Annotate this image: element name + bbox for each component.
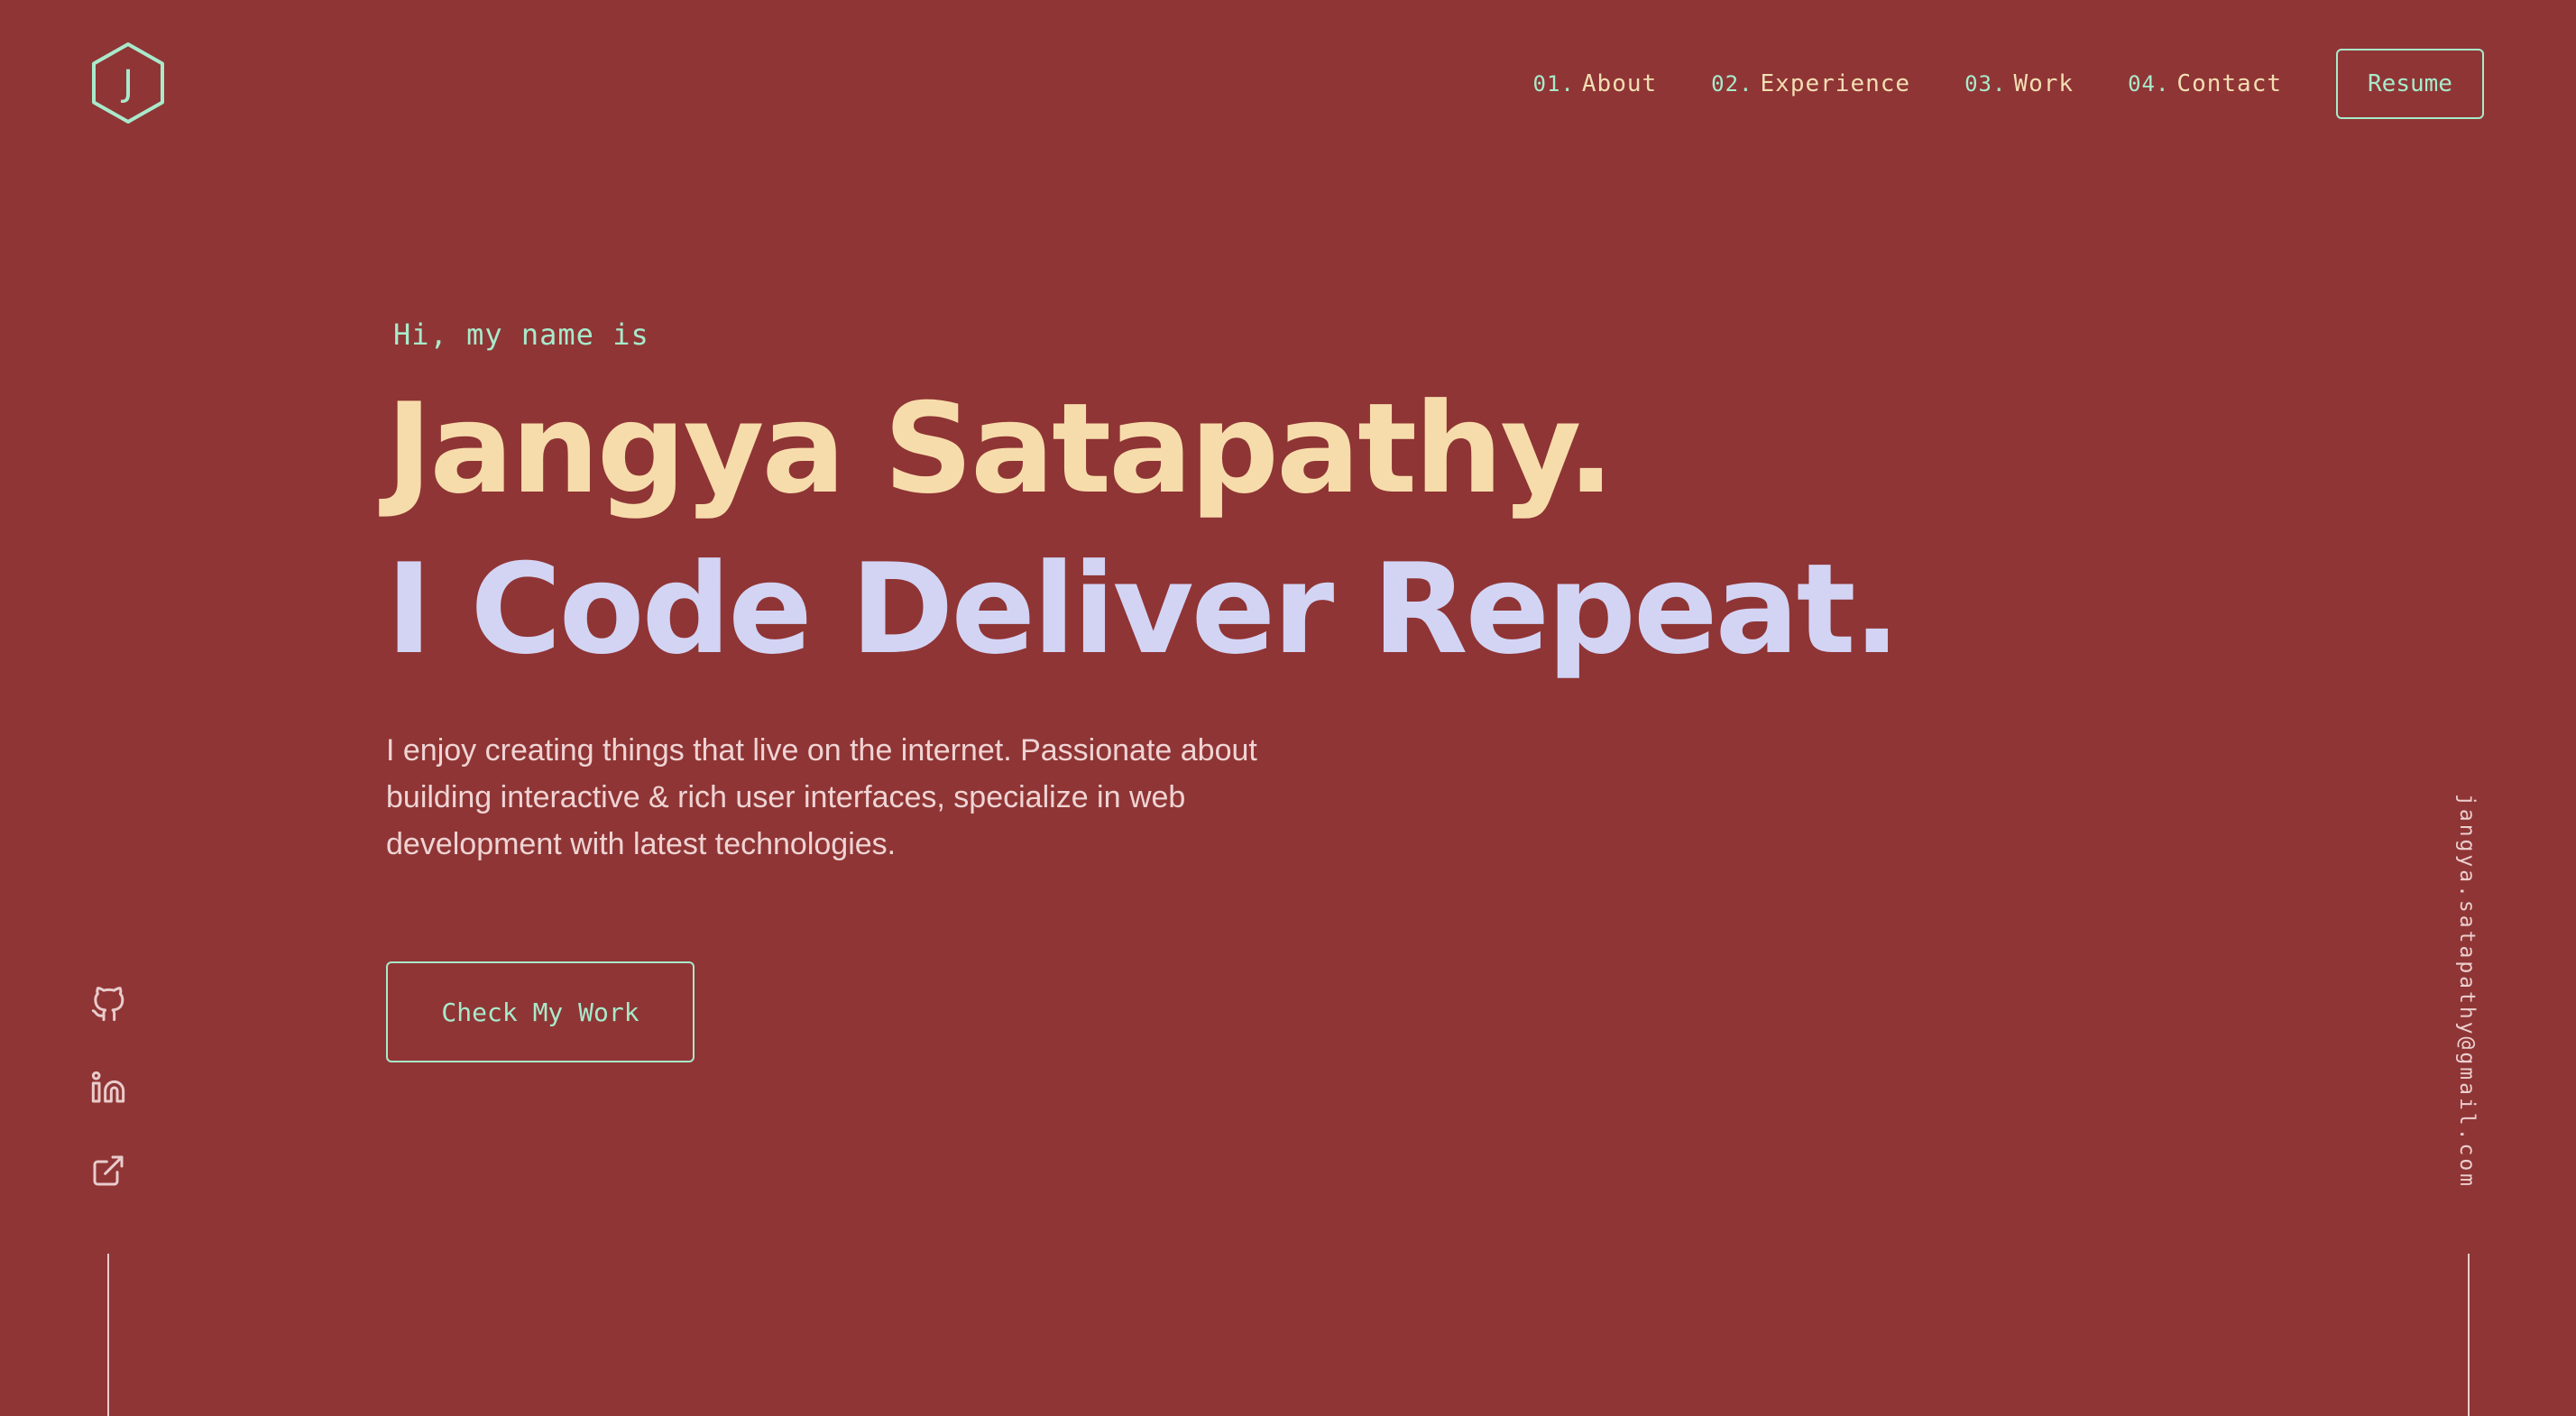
- linkedin-link[interactable]: [87, 1066, 130, 1109]
- nav-item-number: 04.: [2128, 71, 2170, 97]
- hero-intro: I enjoy creating things that live on the…: [386, 733, 1257, 861]
- logo-letter: J: [123, 63, 133, 105]
- linkedin-icon: [91, 1071, 125, 1103]
- external-link[interactable]: [87, 1149, 130, 1192]
- nav-item-label: Work: [2013, 70, 2075, 97]
- left-divider-line: [107, 1254, 109, 1416]
- nav-item-contact[interactable]: 04. Contact: [2128, 70, 2282, 97]
- nav-item-work[interactable]: 03. Work: [1964, 70, 2074, 97]
- github-link[interactable]: [87, 983, 130, 1026]
- external-link-icon: [93, 1155, 124, 1186]
- email-link[interactable]: jangya.satapathy@gmail.com: [2455, 794, 2479, 1189]
- nav-item-number: 02.: [1711, 71, 1753, 97]
- nav-item-label: Experience: [1760, 70, 1911, 97]
- hero-section: Hi, my name is Jangya Satapathy. I Code …: [386, 317, 1900, 1062]
- hero-greeting: Hi, my name is: [393, 317, 649, 352]
- right-divider-line: [2468, 1254, 2470, 1416]
- github-icon: [91, 987, 124, 1022]
- hero-tagline: I Code Deliver Repeat.: [386, 537, 1900, 682]
- hero-name: Jangya Satapathy.: [386, 376, 1615, 521]
- main-nav: 01. About 02. Experience 03. Work 04. Co…: [1533, 49, 2484, 119]
- nav-item-experience[interactable]: 02. Experience: [1711, 70, 1910, 97]
- resume-button[interactable]: Resume: [2336, 49, 2484, 119]
- nav-item-label: Contact: [2176, 70, 2282, 97]
- check-my-work-button[interactable]: Check My Work: [386, 961, 695, 1062]
- nav-item-label: About: [1581, 70, 1658, 97]
- logo[interactable]: J: [90, 41, 166, 124]
- nav-item-about[interactable]: 01. About: [1533, 70, 1658, 97]
- nav-item-number: 01.: [1532, 71, 1575, 97]
- social-links: [87, 983, 130, 1232]
- nav-item-number: 03.: [1964, 71, 2007, 97]
